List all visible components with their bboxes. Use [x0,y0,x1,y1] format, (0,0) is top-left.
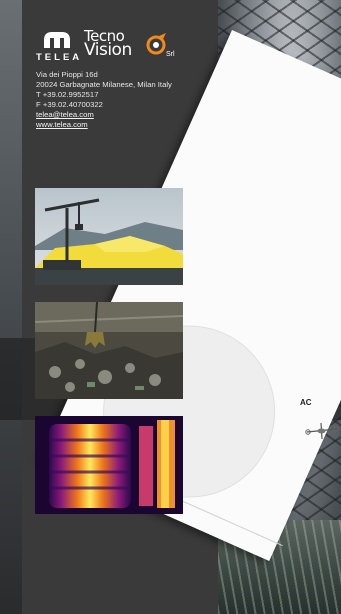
address-line-1: Via dei Pioppi 16d [36,70,98,79]
photo-scrap-yard [35,302,183,399]
brochure-heading: AC [300,398,312,407]
address-line-2: 20024 Garbagnate Milanese, Milan Italy [36,80,172,89]
contact-block: Via dei Pioppi 16d 20024 Garbagnate Mila… [36,70,214,130]
phone-number: T +39.02.9952517 [36,90,99,99]
photo-sulphur-yard [35,188,183,285]
company-logo: TELEA Tecno Vision Srl [36,24,186,68]
fax-number: F +39.02.40700322 [36,100,103,109]
background-photo-left [0,0,22,614]
logo-suffix: Srl [166,51,175,58]
logo-vision: Vision [84,40,132,60]
logo-brand: TELEA [36,52,83,63]
website-link[interactable]: www.telea.com [36,120,88,129]
email-link[interactable]: telea@telea.com [36,110,94,119]
telea-mark-icon [44,32,70,48]
photo-thermal-image [35,416,183,514]
vision-eye-icon [146,33,166,55]
drone-icon [305,422,339,440]
